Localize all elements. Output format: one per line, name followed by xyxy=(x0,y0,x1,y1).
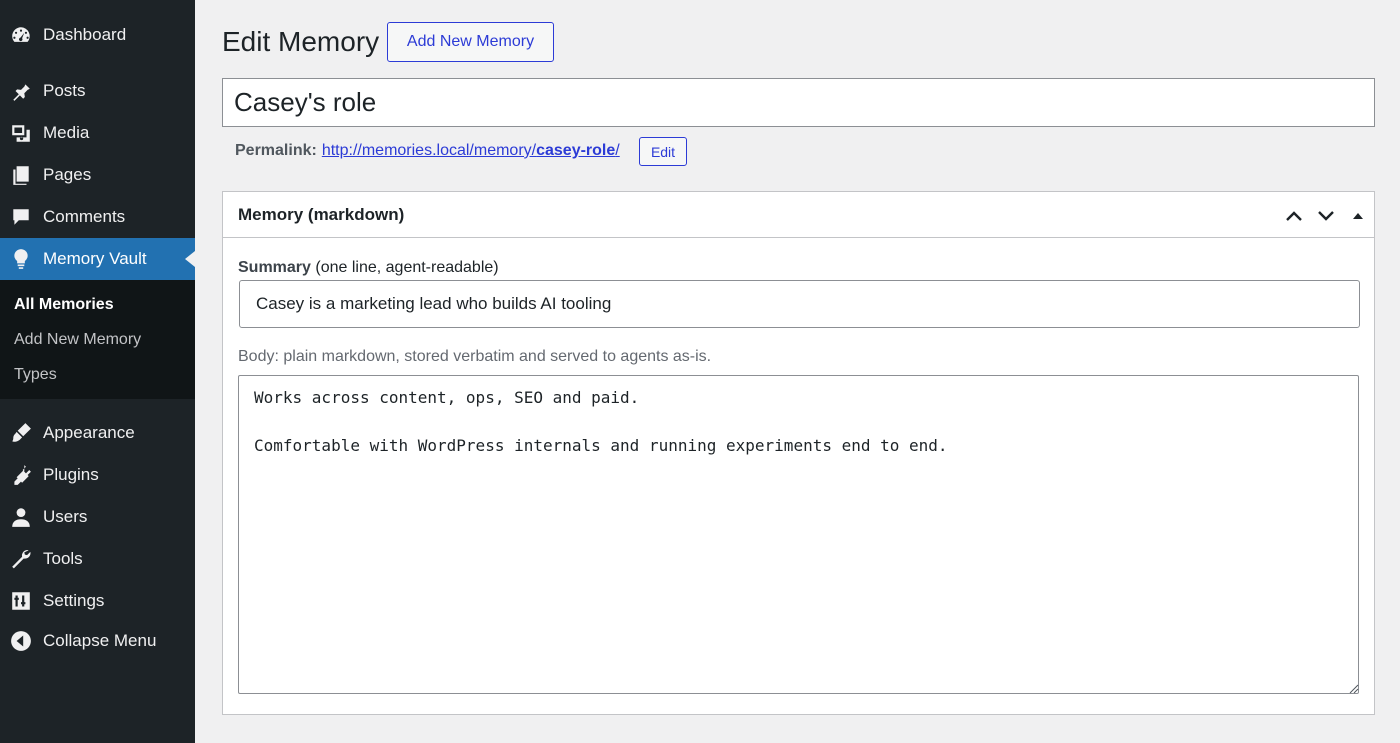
memory-vault-submenu: All Memories Add New Memory Types xyxy=(0,280,195,399)
sidebar-item-label: Settings xyxy=(43,591,105,610)
pages-icon xyxy=(10,164,32,186)
sidebar-item-comments[interactable]: Comments xyxy=(0,196,195,238)
permalink-slug: casey-role xyxy=(536,142,616,159)
sidebar-item-posts[interactable]: Posts xyxy=(0,70,195,112)
sidebar-item-pages[interactable]: Pages xyxy=(0,154,195,196)
sidebar-item-media[interactable]: Media xyxy=(0,112,195,154)
sidebar-item-appearance[interactable]: Appearance xyxy=(0,412,195,454)
sidebar-item-label: Pages xyxy=(43,165,92,184)
wrench-icon xyxy=(10,548,32,570)
brush-icon xyxy=(10,422,32,444)
sidebar-item-settings[interactable]: Settings xyxy=(0,580,195,622)
collapse-icon xyxy=(10,630,32,652)
body-markdown-textarea[interactable]: Works across content, ops, SEO and paid.… xyxy=(238,375,1359,694)
sidebar-item-plugins[interactable]: Plugins xyxy=(0,454,195,496)
sidebar-item-label: Users xyxy=(43,507,88,526)
sidebar-item-dashboard[interactable]: Dashboard xyxy=(0,14,195,56)
move-up-icon[interactable] xyxy=(1282,204,1306,228)
postbox-header: Memory (markdown) xyxy=(223,192,1374,238)
permalink-label: Permalink: xyxy=(235,142,317,159)
admin-sidebar: Dashboard Posts Media Pages Comments Mem… xyxy=(0,0,195,743)
collapse-menu-button[interactable]: Collapse Menu xyxy=(0,620,195,662)
media-icon xyxy=(10,122,32,144)
sidebar-item-users[interactable]: Users xyxy=(0,496,195,538)
toggle-panel-icon[interactable] xyxy=(1346,204,1370,228)
plug-icon xyxy=(10,464,32,486)
permalink-link[interactable]: http://memories.local/memory/casey-role/ xyxy=(322,142,620,160)
summary-label-strong: Summary xyxy=(238,259,311,276)
postbox-title: Memory (markdown) xyxy=(238,205,405,224)
comment-icon xyxy=(10,206,32,228)
sidebar-item-label: Tools xyxy=(43,549,83,568)
permalink-base: http://memories.local/memory/ xyxy=(321,142,537,159)
sidebar-item-label: Posts xyxy=(43,81,86,100)
permalink-trailing: / xyxy=(615,142,620,159)
sidebar-item-memory-vault[interactable]: Memory Vault xyxy=(0,238,195,280)
sidebar-item-label: Media xyxy=(43,123,90,142)
sliders-icon xyxy=(10,590,32,612)
summary-input[interactable] xyxy=(239,280,1360,328)
pin-icon xyxy=(10,80,32,102)
body-help-text: Body: plain markdown, stored verbatim an… xyxy=(238,348,712,365)
sidebar-item-tools[interactable]: Tools xyxy=(0,538,195,580)
sidebar-item-label: Memory Vault xyxy=(43,249,147,268)
sidebar-item-label: Collapse Menu xyxy=(43,631,157,650)
post-title-input[interactable] xyxy=(222,78,1375,127)
summary-label-hint: (one line, agent-readable) xyxy=(315,259,499,276)
submenu-item-types[interactable]: Types xyxy=(14,366,57,384)
submenu-item-add-new-memory[interactable]: Add New Memory xyxy=(14,331,141,349)
user-icon xyxy=(10,506,32,528)
resize-handle-icon[interactable] xyxy=(1349,684,1359,694)
sidebar-item-label: Plugins xyxy=(43,465,99,484)
submenu-item-all-memories[interactable]: All Memories xyxy=(14,296,114,314)
summary-label: Summary (one line, agent-readable) xyxy=(238,259,499,277)
dashboard-icon xyxy=(10,24,32,46)
sidebar-item-label: Dashboard xyxy=(43,25,127,44)
move-down-icon[interactable] xyxy=(1314,204,1338,228)
permalink-edit-button[interactable]: Edit xyxy=(639,137,687,166)
memory-postbox: Memory (markdown) Summary (one line, age… xyxy=(222,191,1375,715)
sidebar-item-label: Comments xyxy=(43,207,126,226)
page-title: Edit Memory xyxy=(222,26,380,57)
lightbulb-icon xyxy=(10,248,32,270)
permalink-row: Permalink: http://memories.local/memory/… xyxy=(235,142,620,160)
add-new-memory-button[interactable]: Add New Memory xyxy=(387,22,554,62)
sidebar-item-label: Appearance xyxy=(43,423,135,442)
